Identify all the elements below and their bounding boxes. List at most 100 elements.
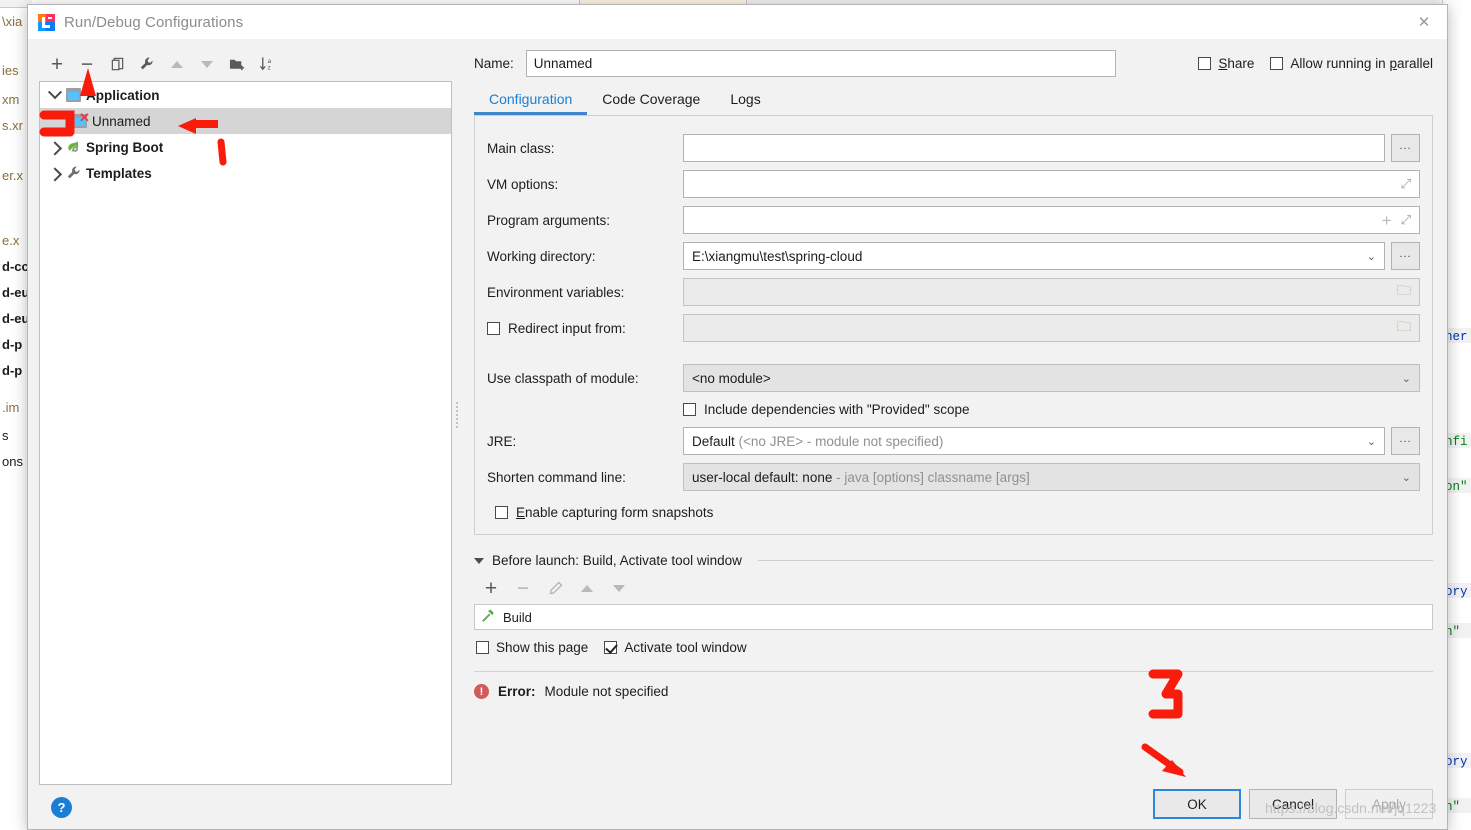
tab-logs[interactable]: Logs xyxy=(715,91,775,115)
checkbox-box xyxy=(487,321,500,335)
environment-variables-row: Environment variables: 🗀 xyxy=(487,274,1420,310)
tree-node-unnamed[interactable]: ✕ Unnamed xyxy=(40,108,451,134)
allow-parallel-checkbox[interactable]: Allow running in parallel xyxy=(1270,56,1433,71)
remove-task-button[interactable]: − xyxy=(508,575,538,601)
share-checkbox[interactable]: Share xyxy=(1198,56,1254,71)
folder-icon[interactable]: 🗀 xyxy=(1397,280,1411,304)
error-row: ! Error: Module not specified xyxy=(462,672,1433,699)
before-launch-toolbar: + − xyxy=(476,574,1433,602)
tree-node-templates[interactable]: Templates xyxy=(40,160,451,186)
checkbox-box xyxy=(495,506,508,519)
program-arguments-row: Program arguments: + ⤢ xyxy=(487,202,1420,238)
chevron-down-icon[interactable]: ⌄ xyxy=(1359,250,1376,263)
chevron-down-icon[interactable]: ⌄ xyxy=(1394,372,1411,385)
background-text-fragment: ons xyxy=(2,454,23,469)
name-label: Name: xyxy=(474,55,514,71)
chevron-down-icon[interactable]: ⌄ xyxy=(1359,435,1376,448)
show-this-page-label: Show this page xyxy=(496,640,589,655)
jre-browse-button[interactable]: ... xyxy=(1391,427,1420,455)
expand-icon[interactable]: ⤢ xyxy=(1401,212,1411,228)
working-directory-browse-button[interactable]: ... xyxy=(1391,242,1420,270)
task-move-up-button[interactable] xyxy=(572,575,602,601)
add-macro-icon[interactable]: + xyxy=(1382,212,1392,229)
chevron-down-icon[interactable]: ⌄ xyxy=(1394,471,1411,484)
activate-tool-window-checkbox[interactable]: Activate tool window xyxy=(604,640,747,655)
add-task-button[interactable]: + xyxy=(476,575,506,601)
main-class-browse-button[interactable]: ... xyxy=(1391,134,1420,162)
move-up-button[interactable] xyxy=(162,51,192,77)
collapse-triangle-icon[interactable] xyxy=(474,557,484,564)
chevron-right-icon[interactable] xyxy=(46,168,64,178)
background-text-fragment: d-cc xyxy=(2,259,29,274)
tree-node-spring-boot[interactable]: Spring Boot xyxy=(40,134,451,160)
add-configuration-button[interactable]: + xyxy=(42,51,72,77)
tree-node-application[interactable]: Application xyxy=(40,82,451,108)
vm-options-row: VM options: ⤢ xyxy=(487,166,1420,202)
before-launch-section: Before launch: Build, Activate tool wind… xyxy=(474,553,1433,655)
allow-parallel-label: Allow running in parallel xyxy=(1290,55,1433,71)
redirect-input-checkbox[interactable]: Redirect input from: xyxy=(487,321,683,336)
background-text-fragment: e.x xyxy=(2,233,20,248)
move-down-button[interactable] xyxy=(192,51,222,77)
folder-icon[interactable]: 🗀 xyxy=(1397,316,1411,340)
background-text-fragment: d-eu xyxy=(2,311,30,326)
expand-icon[interactable]: ⤢ xyxy=(1401,176,1411,192)
redirect-input-field[interactable]: 🗀 xyxy=(683,314,1420,342)
include-provided-checkbox[interactable]: Include dependencies with "Provided" sco… xyxy=(487,396,1420,423)
before-launch-options: Show this page Activate tool window xyxy=(474,640,1433,655)
main-class-row: Main class: ... xyxy=(487,130,1420,166)
shorten-value-bold: user-local default: none xyxy=(692,469,833,485)
program-arguments-label: Program arguments: xyxy=(487,212,611,228)
configurations-tree[interactable]: Application ✕ Unnamed Spring Boot Templa… xyxy=(39,81,452,785)
jre-value: Default (<no JRE> - module not specified… xyxy=(692,434,943,449)
intellij-idea-icon xyxy=(38,13,55,31)
vm-options-input[interactable]: ⤢ xyxy=(683,170,1420,198)
tab-code-coverage[interactable]: Code Coverage xyxy=(587,91,715,115)
use-classpath-value: <no module> xyxy=(692,370,771,386)
name-input[interactable]: Unnamed xyxy=(525,49,1116,77)
edit-templates-wrench-button[interactable] xyxy=(132,51,162,77)
name-row: Name: Unnamed Share Allow running in par… xyxy=(462,39,1433,79)
jre-value-muted: (<no JRE> - module not specified) xyxy=(738,433,944,449)
use-classpath-combo[interactable]: <no module> ⌄ xyxy=(683,364,1420,392)
edit-task-button[interactable] xyxy=(540,575,570,601)
before-launch-header[interactable]: Before launch: Build, Activate tool wind… xyxy=(474,553,1433,568)
chevron-down-icon[interactable] xyxy=(46,90,64,100)
working-directory-combo[interactable]: E:\xiangmu\test\spring-cloud ⌄ xyxy=(683,242,1385,270)
sort-configurations-button[interactable]: a z xyxy=(252,51,282,77)
new-folder-button[interactable] xyxy=(222,51,252,77)
main-class-input[interactable] xyxy=(683,134,1385,162)
environment-variables-input[interactable]: 🗀 xyxy=(683,278,1420,306)
error-message: Module not specified xyxy=(544,684,669,699)
watermark: https://blog.csdn.net/jq1223 xyxy=(1265,800,1437,816)
use-classpath-label: Use classpath of module: xyxy=(487,370,639,386)
before-launch-title: Before launch: Build, Activate tool wind… xyxy=(492,553,742,568)
error-prefix: Error: xyxy=(498,684,536,699)
task-move-down-button[interactable] xyxy=(604,575,634,601)
jre-combo[interactable]: Default (<no JRE> - module not specified… xyxy=(683,427,1385,455)
tree-node-label: Templates xyxy=(86,165,152,181)
form-snapshots-label: Enable capturing form snapshots xyxy=(516,505,714,520)
configuration-editor-pane: Name: Unnamed Share Allow running in par… xyxy=(462,39,1447,829)
form-snapshots-checkbox[interactable]: Enable capturing form snapshots xyxy=(487,495,1420,520)
vm-options-label: VM options: xyxy=(487,176,559,192)
chevron-right-icon[interactable] xyxy=(46,142,64,152)
remove-configuration-button[interactable]: − xyxy=(72,51,102,77)
tab-configuration[interactable]: Configuration xyxy=(474,91,588,115)
program-arguments-input[interactable]: + ⤢ xyxy=(683,206,1420,234)
before-launch-task-row[interactable]: Build xyxy=(474,604,1433,630)
copy-configuration-button[interactable] xyxy=(102,51,132,77)
configuration-card: Main class: ... VM options: ⤢ Program ar… xyxy=(474,115,1433,535)
shorten-command-line-combo[interactable]: user-local default: none - java [options… xyxy=(683,463,1420,491)
ok-button[interactable]: OK xyxy=(1153,789,1241,819)
pane-splitter[interactable] xyxy=(452,39,462,829)
application-error-icon: ✕ xyxy=(70,111,90,129)
background-code-fragment: her xyxy=(1445,330,1468,344)
error-icon: ! xyxy=(474,684,489,699)
background-code-fragment: on" xyxy=(1445,480,1468,494)
include-provided-label: Include dependencies with "Provided" sco… xyxy=(704,402,970,417)
divider xyxy=(757,560,1433,561)
show-this-page-checkbox[interactable]: Show this page xyxy=(476,640,588,655)
close-icon[interactable]: ✕ xyxy=(1401,5,1447,39)
help-button[interactable]: ? xyxy=(51,796,72,818)
